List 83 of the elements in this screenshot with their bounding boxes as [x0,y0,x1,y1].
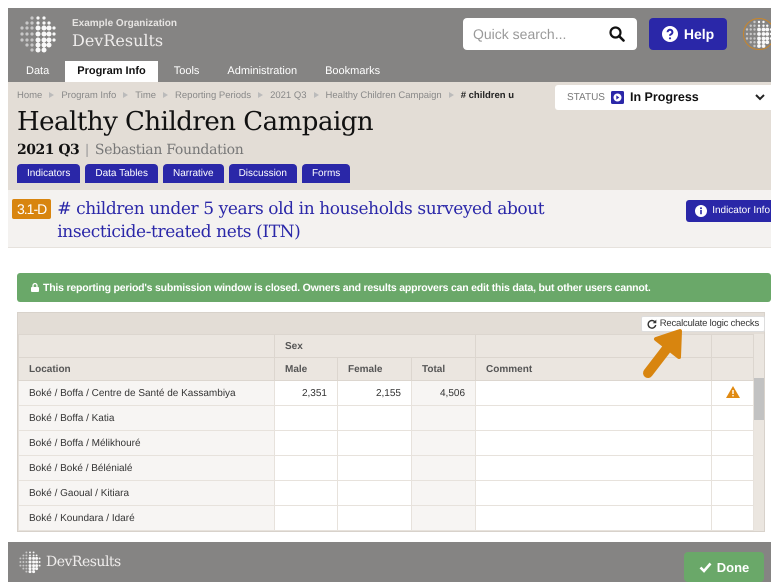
nav-tab[interactable]: Program Info [65,60,158,82]
input-cell [412,406,476,430]
section-tab[interactable]: Data Tables [85,164,158,183]
help-icon [662,26,678,42]
recalculate-button[interactable]: Recalculate logic checks [640,316,765,332]
input-cell[interactable] [476,430,712,456]
search-icon[interactable] [609,26,625,42]
scrollbar[interactable] [754,334,764,531]
table-cell: Boké / Koundara / Idaré [18,506,274,530]
app-name: DevResults [72,31,164,50]
input-cell[interactable] [338,506,412,530]
table-cell [712,456,754,480]
table-cell [712,430,754,456]
input-cell[interactable]: 2,155 [338,380,412,406]
input-cell[interactable] [476,380,712,406]
input-cell[interactable] [274,506,338,530]
period-label: 2021 Q3 [17,142,80,158]
input-cell[interactable] [274,430,338,456]
input-cell[interactable] [476,456,712,480]
input-cell[interactable] [476,406,712,430]
status-dropdown[interactable]: STATUS In Progress [555,84,771,110]
table-cell: Boké / Gaoual / Kitiara [18,480,274,506]
section-tab[interactable]: Narrative [163,164,224,183]
search-field[interactable]: Quick search... [463,18,637,50]
input-cell[interactable] [338,430,412,456]
input-cell[interactable] [274,456,338,480]
input-cell[interactable] [338,406,412,430]
organization-label: Sebastian Foundation [94,142,244,158]
table-cell: Boké / Boffa / Centre de Santé de Kassambiya [18,380,274,406]
nav-tab[interactable]: Data [14,60,62,82]
nav-tab[interactable]: Administration [215,60,310,82]
alert-text: This reporting period's submission window is closed. Owners and results approvers can edit this data, but other users cannot. [43,282,651,294]
chevron-down-icon [755,94,765,101]
nav-tab[interactable]: Tools [162,60,212,82]
logo-icon [18,14,58,54]
user-avatar [743,18,771,50]
logo-icon [18,550,42,574]
organization-name: Example Organization [72,18,178,30]
footer-brand: DevResults [46,554,121,570]
play-icon [610,90,624,104]
input-cell[interactable] [476,480,712,506]
indicator-code-badge: 3.1-D [12,198,52,219]
input-cell [412,430,476,456]
section-tab[interactable]: Indicators [17,164,80,183]
nav-tab[interactable]: Bookmarks [313,60,392,82]
input-cell[interactable] [338,456,412,480]
column-header: Male [274,358,338,380]
input-cell [412,456,476,480]
separator-text: | [85,140,89,157]
input-cell[interactable] [274,480,338,506]
header-cell: Sex [274,334,476,358]
page-title: Healthy Children Campaign [17,106,374,137]
input-cell [412,480,476,506]
section-tab[interactable]: Forms [302,164,350,183]
input-cell[interactable] [274,406,338,430]
breadcrumb-separator-icon [448,92,454,98]
table-cell: Boké / Boké / Bélénialé [18,456,274,480]
breadcrumb-separator-icon [314,92,319,98]
lock-icon [31,283,39,292]
help-button[interactable]: Help [649,18,727,50]
breadcrumb-separator-icon [123,92,128,98]
input-cell[interactable] [476,506,712,530]
warning-icon[interactable] [726,386,740,398]
section-tab[interactable]: Discussion [228,164,297,183]
breadcrumb-current: # children u [460,90,514,101]
column-header: Female [338,358,412,380]
column-header: Total [412,358,476,380]
breadcrumb-separator-icon [163,92,168,98]
check-icon [698,562,712,572]
breadcrumb-separator-icon [49,92,54,98]
table-cell [712,480,754,506]
column-header: Comment [476,358,712,380]
info-icon [695,204,708,217]
table-cell: Boké / Boffa / Mélikhouré [18,430,274,456]
refresh-icon [646,318,657,328]
input-cell[interactable] [338,480,412,506]
indicator-info-button[interactable]: Indicator Info [686,200,771,222]
breadcrumb-separator-icon [258,92,264,98]
input-cell[interactable]: 2,351 [274,380,338,406]
column-header: Location [18,358,274,380]
indicator-title: # children under 5 years old in households surveyed about insecticide-treated nets (ITN) [57,198,546,244]
table-cell: Boké / Boffa / Katia [18,406,274,430]
input-cell: 4,506 [412,380,476,406]
